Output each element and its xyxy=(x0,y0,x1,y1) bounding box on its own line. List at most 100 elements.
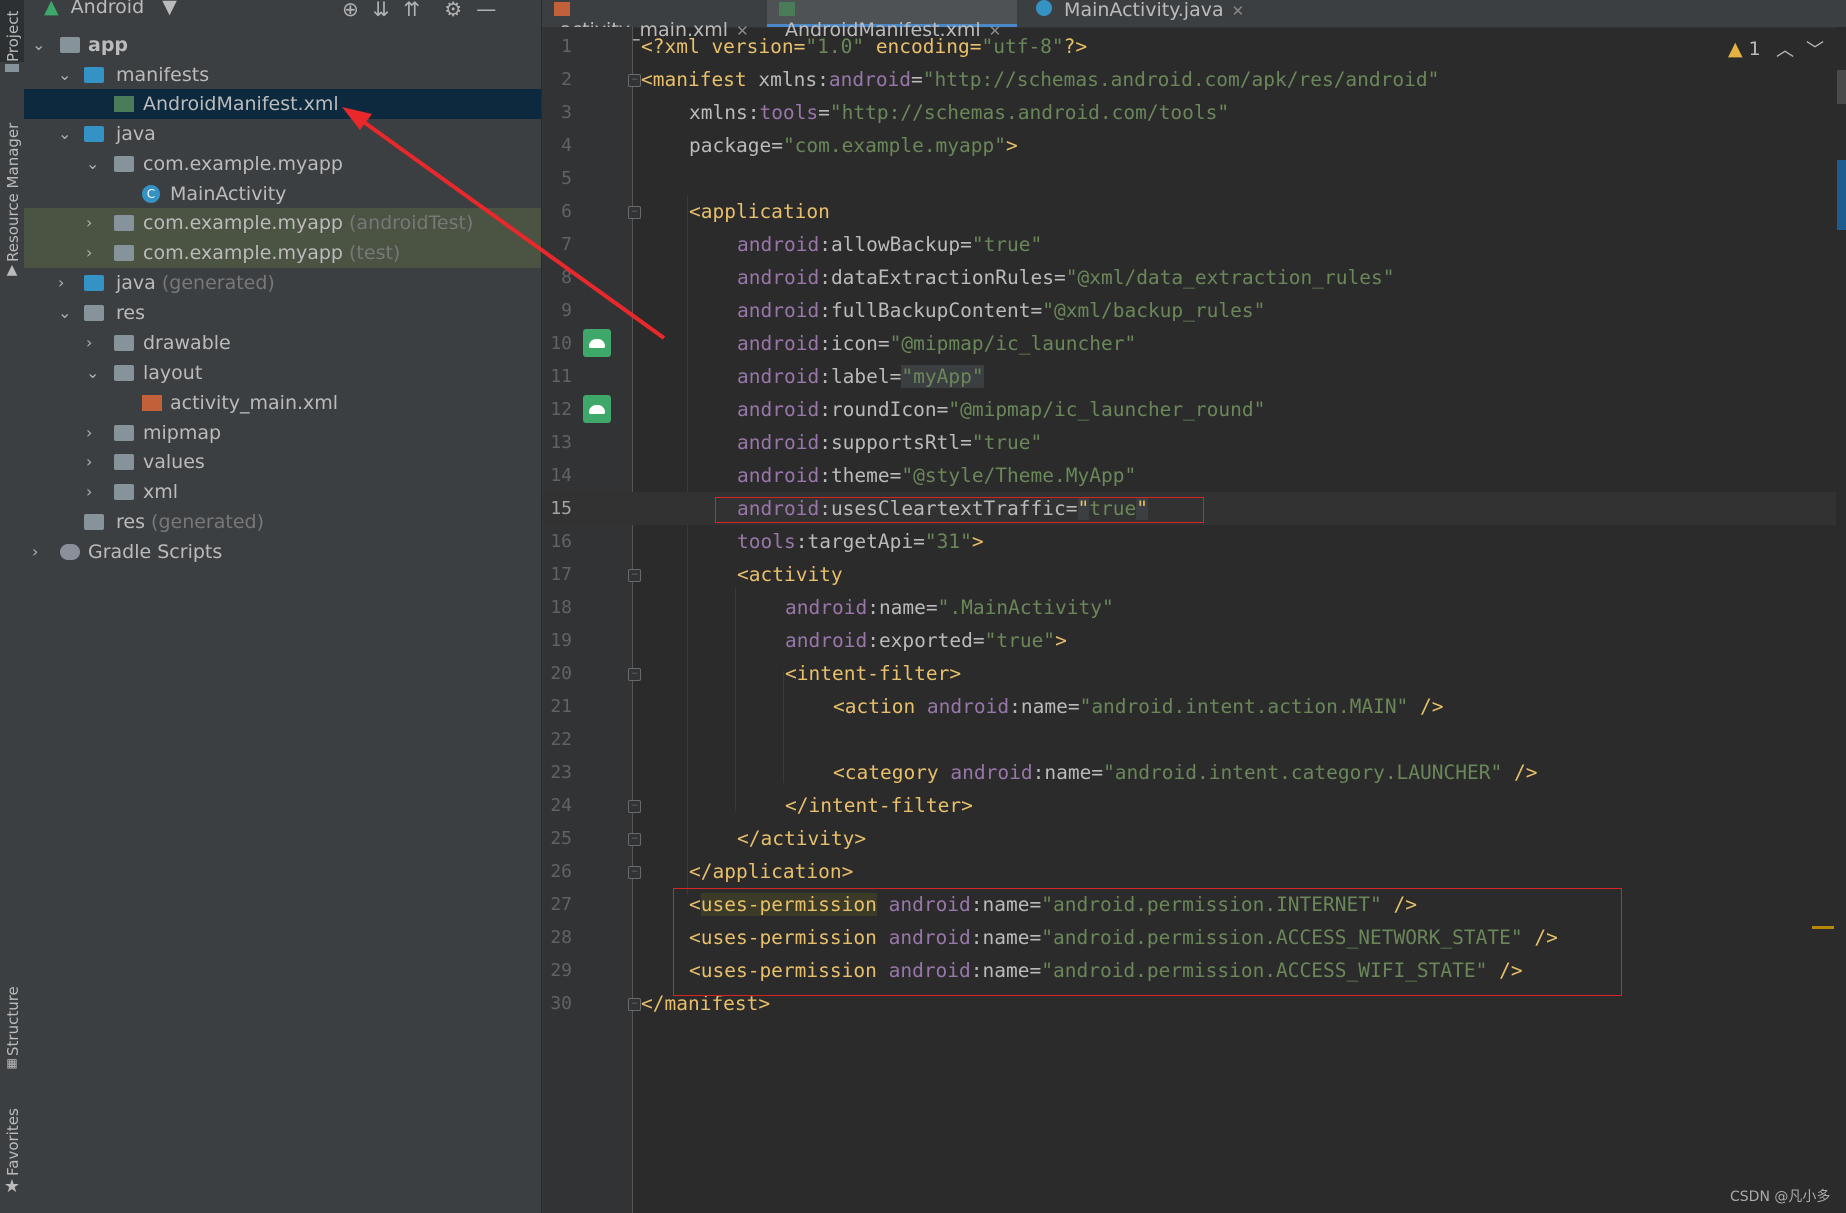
code-text: android:roundIcon="@mipmap/ic_launcher_r… xyxy=(737,398,1266,421)
tree-item-label: drawable xyxy=(143,332,231,354)
fold-icon[interactable]: − xyxy=(628,206,641,219)
line-number: 10 xyxy=(550,333,572,354)
fold-icon[interactable]: − xyxy=(628,833,641,846)
tree-item-package-test[interactable]: › com.example.myapp (test) xyxy=(24,238,541,268)
view-selector[interactable]: ▲ Android ▼ xyxy=(44,0,177,18)
chevron-right-icon[interactable]: › xyxy=(32,537,46,567)
expand-all-icon[interactable]: ⇊ xyxy=(373,0,390,21)
layout-file-icon xyxy=(142,395,162,411)
code-area[interactable]: 1 <?xml version="1.0" encoding="utf-8"?>… xyxy=(542,27,1846,1213)
line-number: 17 xyxy=(550,564,572,585)
code-line: 22 xyxy=(542,723,1846,756)
chevron-down-icon[interactable]: ⌄ xyxy=(58,119,72,149)
line-number: 11 xyxy=(550,366,572,387)
code-line: 10 android:icon="@mipmap/ic_launcher" xyxy=(542,327,1846,360)
code-text: android:name=".MainActivity" xyxy=(785,596,1114,619)
left-tool-strip: Project Resource Manager ▲ Structure ▦ F… xyxy=(0,0,25,1213)
chevron-right-icon[interactable]: › xyxy=(86,477,100,507)
hide-panel-icon[interactable]: — xyxy=(476,0,496,21)
chevron-right-icon[interactable]: › xyxy=(86,328,100,358)
code-text: android:dataExtractionRules="@xml/data_e… xyxy=(737,266,1395,289)
structure-tool-tab[interactable]: Structure xyxy=(0,960,24,1056)
tree-item-activity-main[interactable]: activity_main.xml xyxy=(24,388,541,418)
tree-item-java[interactable]: ⌄ java xyxy=(24,119,541,149)
code-line: 24 − </intent-filter> xyxy=(542,789,1846,822)
fold-icon[interactable]: − xyxy=(628,74,641,87)
code-line: 25 − </activity> xyxy=(542,822,1846,855)
tree-item-suffix: (generated) xyxy=(161,272,275,294)
tab-androidmanifest[interactable]: AndroidManifest.xml ✕ xyxy=(767,0,1017,40)
view-selector-label: Android xyxy=(70,0,145,18)
resource-manager-label: Resource Manager xyxy=(4,122,22,262)
chevron-down-icon[interactable]: ⌄ xyxy=(58,60,72,90)
chevron-right-icon[interactable]: › xyxy=(86,208,100,238)
watermark: CSDN @凡小多 xyxy=(1730,1189,1831,1205)
chevron-down-icon[interactable]: ⌄ xyxy=(86,149,100,179)
tab-activity-main[interactable]: activity_main.xml ✕ xyxy=(554,0,764,40)
tree-item-app[interactable]: ⌄ app xyxy=(24,30,541,60)
fold-icon[interactable]: − xyxy=(628,800,641,813)
warning-stripe-mark[interactable] xyxy=(1812,926,1834,929)
tree-item-label: layout xyxy=(143,362,203,384)
line-number: 23 xyxy=(550,762,572,783)
code-text: </application> xyxy=(689,860,854,883)
tree-item-androidmanifest[interactable]: AndroidManifest.xml xyxy=(24,89,541,119)
line-number: 1 xyxy=(561,36,572,57)
code-line: 19 android:exported="true"> xyxy=(542,624,1846,657)
tree-item-label: app xyxy=(88,34,129,56)
chevron-down-icon[interactable]: ⌄ xyxy=(58,298,72,328)
chevron-right-icon[interactable]: › xyxy=(86,447,100,477)
tree-item-label: com.example.myapp xyxy=(143,212,343,234)
code-line: 2 − <manifest xmlns:android="http://sche… xyxy=(542,63,1846,96)
resource-manager-tool-tab[interactable]: Resource Manager xyxy=(0,110,24,262)
line-number: 27 xyxy=(550,894,572,915)
gear-icon[interactable]: ⚙ xyxy=(444,0,462,21)
tree-item-res[interactable]: ⌄ res xyxy=(24,298,541,328)
android-launcher-icon[interactable] xyxy=(583,329,611,357)
fold-icon[interactable]: − xyxy=(628,668,641,681)
scrollbar-thumb[interactable] xyxy=(1837,70,1846,104)
project-folder-icon xyxy=(0,62,24,72)
locate-icon[interactable]: ⊕ xyxy=(342,0,359,21)
fold-icon[interactable]: − xyxy=(628,866,641,879)
code-text: package="com.example.myapp"> xyxy=(689,134,1018,157)
star-icon: ★ xyxy=(3,1176,21,1197)
android-round-icon[interactable] xyxy=(583,395,611,423)
tree-item-values[interactable]: › values xyxy=(24,447,541,477)
favorites-tool-tab[interactable]: Favorites xyxy=(0,1086,24,1176)
tree-item-xml[interactable]: › xml xyxy=(24,477,541,507)
fold-icon[interactable]: − xyxy=(628,569,641,582)
code-line: 14 android:theme="@style/Theme.MyApp" xyxy=(542,459,1846,492)
line-number: 29 xyxy=(550,960,572,981)
tree-item-layout[interactable]: ⌄ layout xyxy=(24,358,541,388)
editor-tab-bar: activity_main.xml ✕ AndroidManifest.xml ✕ … xyxy=(542,0,1846,40)
tree-item-mipmap[interactable]: › mipmap xyxy=(24,418,541,448)
chevron-down-icon[interactable]: ﹀ xyxy=(1806,36,1824,62)
line-number: 7 xyxy=(561,234,572,255)
tree-item-mainactivity[interactable]: C MainActivity xyxy=(24,179,541,209)
tree-item-drawable[interactable]: › drawable xyxy=(24,328,541,358)
code-line: 16 tools:targetApi="31"> xyxy=(542,525,1846,558)
tree-item-package-androidtest[interactable]: › com.example.myapp (androidTest) xyxy=(24,208,541,238)
chevron-right-icon[interactable]: › xyxy=(86,418,100,448)
chevron-down-icon[interactable]: ⌄ xyxy=(32,30,46,60)
tree-item-package-main[interactable]: ⌄ com.example.myapp xyxy=(24,149,541,179)
code-text: <category android:name="android.intent.c… xyxy=(833,761,1538,784)
warning-indicator[interactable]: ▲ 1 xyxy=(1728,38,1761,60)
tree-item-java-generated[interactable]: › java (generated) xyxy=(24,268,541,298)
code-text: <manifest xmlns:android="http://schemas.… xyxy=(641,68,1440,91)
chevron-right-icon[interactable]: › xyxy=(58,268,72,298)
chevron-right-icon[interactable]: › xyxy=(86,238,100,268)
project-tool-tab[interactable]: Project xyxy=(0,0,24,62)
fold-icon[interactable]: − xyxy=(628,998,641,1011)
collapse-all-icon[interactable]: ⇈ xyxy=(404,0,421,21)
code-line: 26 − </application> xyxy=(542,855,1846,888)
chevron-up-icon[interactable]: ︿ xyxy=(1776,36,1794,62)
close-icon[interactable]: ✕ xyxy=(1232,2,1245,20)
tree-item-manifests[interactable]: ⌄ manifests xyxy=(24,60,541,90)
chevron-down-icon[interactable]: ⌄ xyxy=(86,358,100,388)
tree-item-gradle-scripts[interactable]: › Gradle Scripts xyxy=(24,537,541,567)
tab-mainactivity-java[interactable]: MainActivity.java ✕ xyxy=(1036,0,1266,27)
tree-item-label: com.example.myapp xyxy=(143,242,343,264)
tree-item-res-generated[interactable]: res (generated) xyxy=(24,507,541,537)
